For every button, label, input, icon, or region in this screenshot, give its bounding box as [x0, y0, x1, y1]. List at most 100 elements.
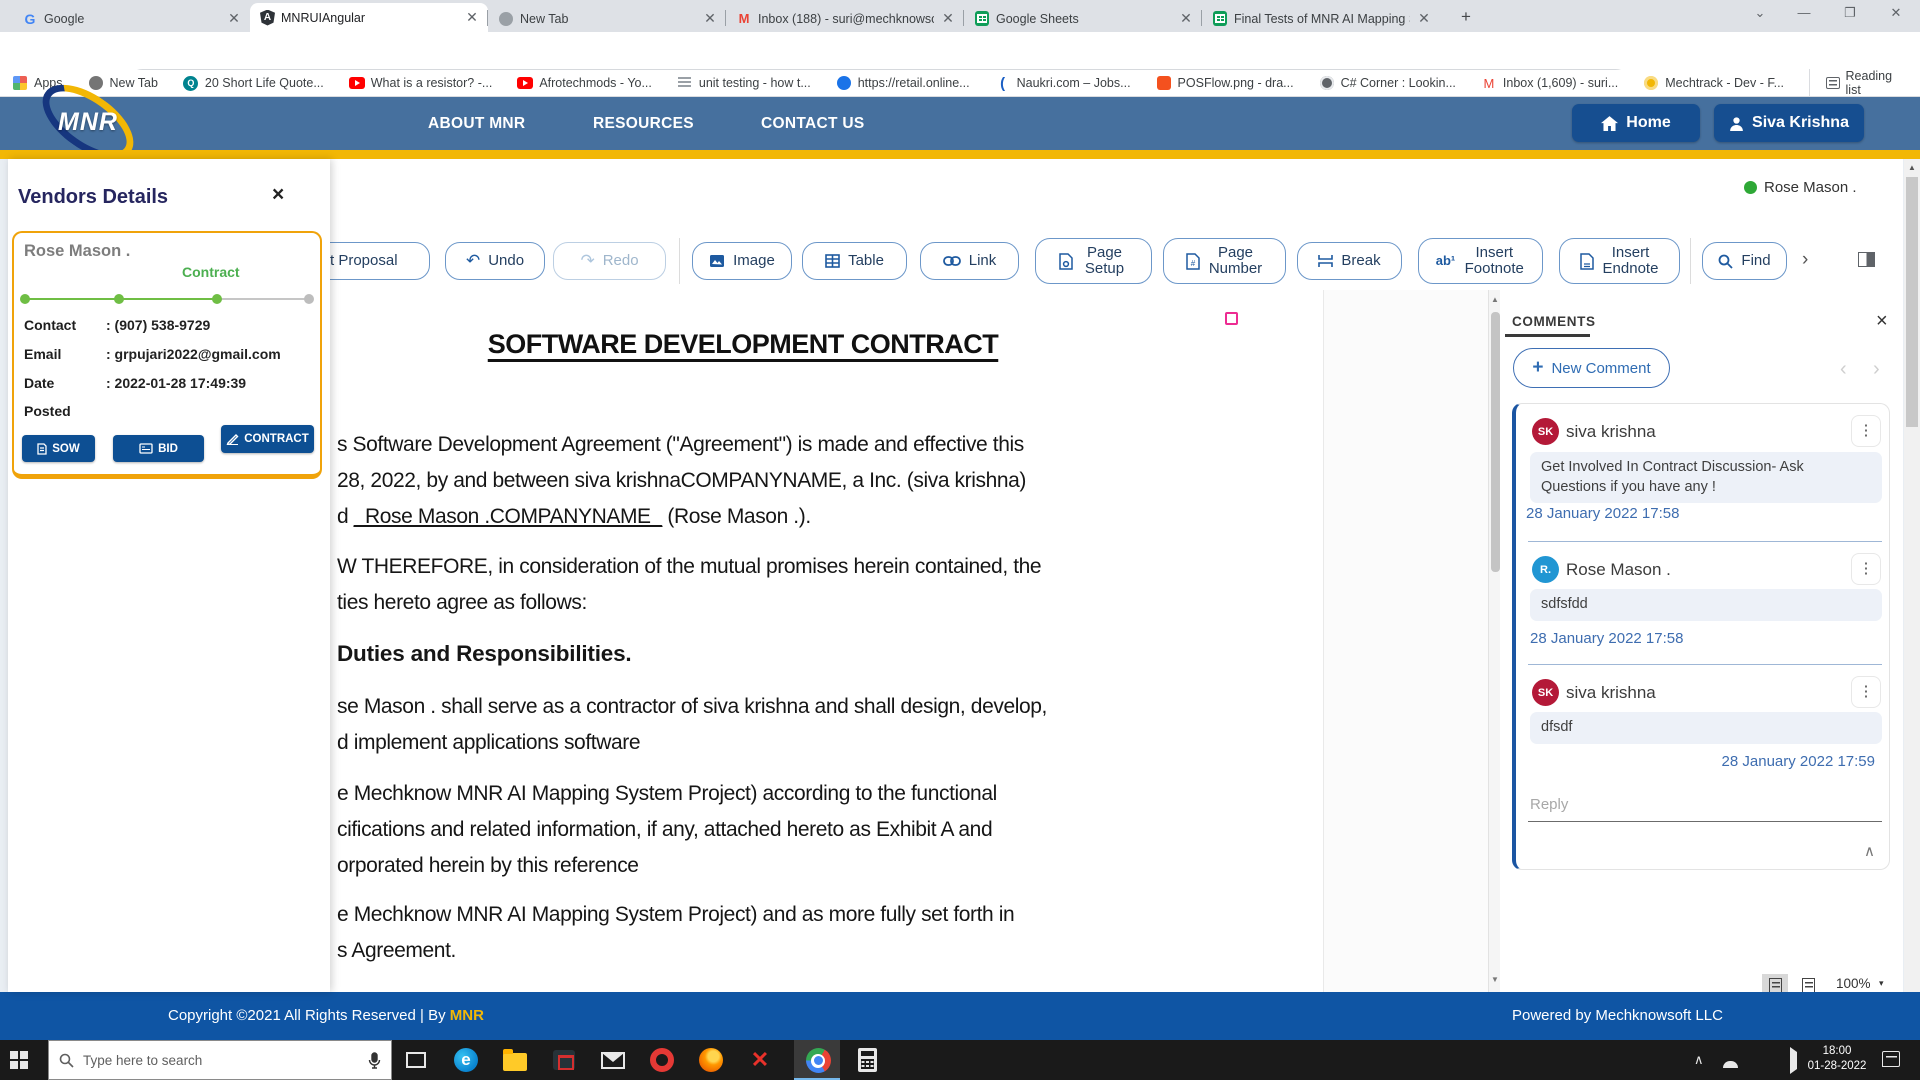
bookmark-inbox[interactable]: MInbox (1,609) - suri... [1481, 75, 1618, 91]
new-comment-button[interactable]: + New Comment [1513, 348, 1670, 388]
tab-close-icon[interactable]: ✕ [464, 9, 480, 26]
document-page[interactable]: SOFTWARE DEVELOPMENT CONTRACT s Software… [330, 290, 1324, 992]
vendors-close-icon[interactable]: × [272, 183, 284, 207]
tab-separator [1201, 10, 1202, 26]
comment-anchor-marker-icon[interactable] [1225, 312, 1238, 325]
window-close-icon[interactable]: ✕ [1876, 0, 1916, 28]
bookmark-unit-testing[interactable]: unit testing - how t... [677, 75, 811, 91]
bookmark-label: New Tab [110, 76, 158, 90]
bookmark-retail-online[interactable]: https://retail.online... [836, 75, 970, 91]
bookmark-csharp-corner[interactable]: C# Corner : Lookin... [1319, 75, 1456, 91]
reply-input[interactable] [1528, 792, 1882, 822]
window-minimize-icon[interactable]: — [1784, 0, 1824, 28]
bookmark-mechtrack[interactable]: Mechtrack - Dev - F... [1643, 75, 1784, 91]
side-panel-toggle-icon[interactable] [1858, 252, 1875, 267]
tab-google-sheets[interactable]: Google Sheets ✕ [964, 5, 1202, 32]
bookmark-posflow[interactable]: POSFlow.png - dra... [1156, 75, 1294, 91]
comment-menu-icon[interactable]: ⋮ [1851, 553, 1881, 585]
row-label: Posted [24, 403, 106, 419]
bookmark-quotes[interactable]: Q20 Short Life Quote... [183, 75, 324, 91]
next-comment-icon[interactable]: › [1873, 358, 1880, 381]
zoom-level-label[interactable]: 100% [1836, 976, 1871, 991]
tab-final-tests[interactable]: Final Tests of MNR AI Mapping Sy ✕ [1202, 5, 1440, 32]
sow-button[interactable]: SOW [22, 435, 95, 462]
tray-expand-icon[interactable]: ∧ [1694, 1052, 1704, 1068]
scrollbar-thumb[interactable] [1491, 312, 1500, 572]
bid-button[interactable]: BID [113, 435, 204, 462]
store-app-icon[interactable] [551, 1047, 577, 1073]
bookmark-naukri[interactable]: (Naukri.com – Jobs... [995, 75, 1131, 91]
bookmark-afrotechmods[interactable]: Afrotechmods - Yo... [517, 75, 652, 91]
task-view-icon[interactable] [403, 1047, 429, 1073]
taskbar-search[interactable] [48, 1040, 392, 1080]
prev-comment-icon[interactable]: ‹ [1840, 358, 1847, 381]
home-button[interactable]: Home [1572, 104, 1700, 142]
taskbar-clock[interactable]: 18:00 01-28-2022 [1806, 1044, 1868, 1074]
contract-button[interactable]: CONTRACT [221, 425, 314, 453]
new-tab-button[interactable]: + [1452, 6, 1480, 28]
file-explorer-icon[interactable] [502, 1047, 528, 1073]
reading-list-button[interactable]: Reading list [1809, 69, 1908, 97]
comment-menu-icon[interactable]: ⋮ [1851, 676, 1881, 708]
button-label: Page Setup [1081, 245, 1129, 278]
page-scrollbar[interactable]: ▲ [1904, 159, 1920, 992]
tab-close-icon[interactable]: ✕ [702, 10, 718, 27]
scroll-up-icon[interactable]: ▲ [1491, 295, 1499, 304]
table-button[interactable]: Table [802, 242, 907, 280]
window-menu-chevron-icon[interactable]: ⌄ [1740, 0, 1780, 28]
tray-volume-icon[interactable] [1784, 1052, 1800, 1068]
start-button-icon[interactable] [10, 1051, 28, 1069]
toolbar-expand-chevron-icon[interactable]: › [1802, 249, 1808, 271]
document-line: d implement applications software [337, 731, 640, 755]
tab-close-icon[interactable]: ✕ [1178, 10, 1194, 27]
nav-about-mnr[interactable]: ABOUT MNR [428, 97, 525, 150]
tab-close-icon[interactable]: ✕ [1416, 10, 1432, 27]
footer-brand[interactable]: MNR [450, 1007, 484, 1024]
user-button[interactable]: Siva Krishna [1714, 104, 1864, 142]
mail-icon[interactable] [600, 1047, 626, 1073]
bookmark-new-tab[interactable]: New Tab [88, 75, 158, 91]
mnr-logo[interactable]: MNR [36, 93, 148, 151]
calculator-icon[interactable] [854, 1047, 880, 1073]
nav-contact-us[interactable]: CONTACT US [761, 97, 864, 150]
undo-button[interactable]: ↶ Undo [445, 242, 545, 280]
scroll-up-icon[interactable]: ▲ [1908, 163, 1916, 172]
edge-icon[interactable]: e [453, 1047, 479, 1073]
document-viewer[interactable]: SOFTWARE DEVELOPMENT CONTRACT s Software… [330, 290, 1488, 992]
tab-inbox[interactable]: M Inbox (188) - suri@mechknowsof ✕ [726, 5, 964, 32]
window-restore-icon[interactable]: ❐ [1830, 0, 1870, 28]
tab-close-icon[interactable]: ✕ [226, 10, 242, 27]
link-button[interactable]: Link [920, 242, 1019, 280]
action-center-icon[interactable] [1882, 1051, 1900, 1067]
google-favicon: G [22, 11, 38, 27]
page-setup-button[interactable]: Page Setup [1035, 238, 1152, 284]
nav-resources[interactable]: RESOURCES [593, 97, 694, 150]
tab-new-tab[interactable]: New Tab ✕ [488, 5, 726, 32]
scrollbar-thumb[interactable] [1906, 177, 1918, 427]
redo-button[interactable]: ↷ Redo [553, 242, 666, 280]
microphone-icon[interactable] [368, 1052, 381, 1069]
comment-menu-icon[interactable]: ⋮ [1851, 415, 1881, 447]
break-button[interactable]: Break [1297, 242, 1402, 280]
red-x-app-icon[interactable]: ✕ [747, 1047, 773, 1073]
tab-mnruiangular[interactable]: A MNRUIAngular ✕ [250, 3, 488, 32]
find-button[interactable]: Find [1702, 242, 1787, 280]
image-button[interactable]: Image [692, 242, 792, 280]
tray-person-icon[interactable] [1726, 1052, 1742, 1068]
collapse-thread-icon[interactable]: ∧ [1864, 842, 1875, 860]
opera-icon[interactable] [649, 1047, 675, 1073]
insert-footnote-button[interactable]: ab¹ Insert Footnote [1418, 238, 1543, 284]
scroll-down-icon[interactable]: ▼ [1491, 975, 1499, 984]
zoom-caret-icon[interactable]: ▾ [1879, 978, 1884, 989]
bookmark-resistor[interactable]: What is a resistor? -... [349, 75, 493, 91]
search-input[interactable] [83, 1053, 359, 1068]
tab-google[interactable]: G Google ✕ [12, 5, 250, 32]
tab-close-icon[interactable]: ✕ [940, 10, 956, 27]
chrome-icon[interactable] [805, 1047, 831, 1073]
page-number-button[interactable]: # Page Number [1163, 238, 1286, 284]
comments-close-icon[interactable]: × [1876, 310, 1888, 333]
insert-endnote-button[interactable]: Insert Endnote [1559, 238, 1680, 284]
firefox-icon[interactable] [698, 1047, 724, 1073]
tab-title: Google Sheets [996, 12, 1172, 26]
tray-network-icon[interactable] [1756, 1052, 1772, 1068]
